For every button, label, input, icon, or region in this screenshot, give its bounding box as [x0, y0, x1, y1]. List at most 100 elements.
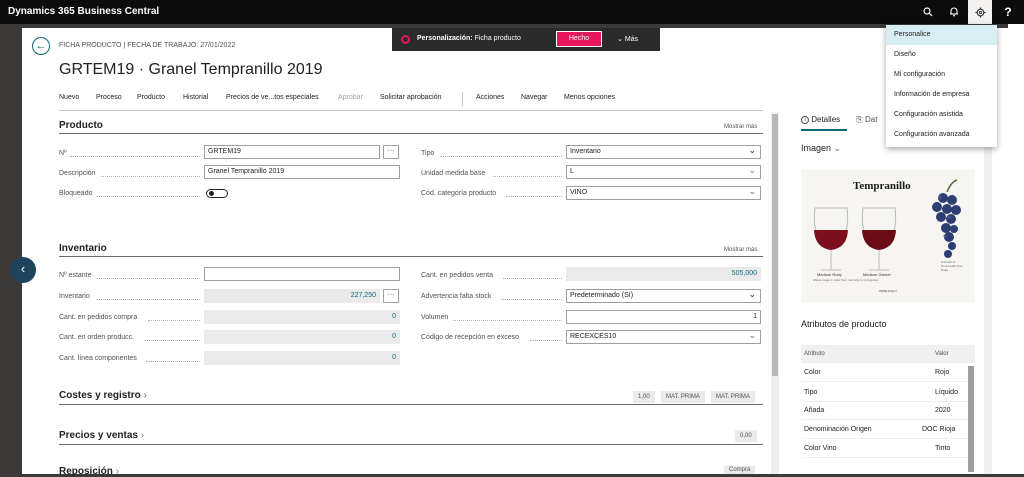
fasttab-producto[interactable]: Producto	[59, 120, 103, 131]
menu-item-advanced-setup[interactable]: Configuración avanzada	[886, 125, 997, 145]
purchase-qty-field[interactable]: 0	[204, 310, 400, 324]
action-request-approval[interactable]: Solicitar aprobación	[380, 94, 441, 101]
over-receipt-label: Código de recepción en exceso	[421, 334, 520, 341]
bell-icon[interactable]	[942, 0, 966, 24]
inventario-underline	[59, 256, 763, 257]
attributes-scrollbar-thumb[interactable]	[968, 366, 974, 472]
attribute-value: Líquido	[935, 389, 958, 396]
attributes-heading: Atributos de producto	[801, 319, 887, 329]
purchase-qty-label: Cant. en pedidos compra	[59, 314, 138, 321]
action-navigate[interactable]: Navegar	[521, 94, 547, 101]
gear-icon[interactable]	[968, 0, 992, 24]
prod-order-qty-field[interactable]: 0	[204, 330, 400, 344]
dot-leader	[503, 278, 562, 279]
sales-qty-field[interactable]: 505,000	[566, 267, 761, 281]
component-qty-label: Cant. línea componentes	[59, 355, 137, 362]
page-caption: FICHA PRODUCTO | FECHA DE TRABAJO: 27/01…	[59, 42, 236, 49]
chevron-down-icon: ⌄	[831, 143, 842, 153]
attribute-name: Añada	[804, 407, 825, 414]
main-scrollbar-thumb[interactable]	[772, 114, 778, 376]
chevron-right-icon: ›	[115, 466, 120, 477]
attribute-value: Tinto	[935, 445, 951, 452]
producto-show-more[interactable]: Mostrar más	[724, 124, 757, 130]
item-picture: Tempranillo Medium Ruby Medium Garnet Wi…	[801, 170, 975, 302]
action-new[interactable]: Nuevo	[59, 94, 79, 101]
action-item[interactable]: Producto	[137, 94, 165, 101]
menu-item-personalize[interactable]: Personalice	[886, 25, 997, 45]
dot-leader	[146, 361, 200, 362]
producto-underline	[59, 133, 763, 134]
component-qty-field[interactable]: 0	[204, 351, 400, 365]
type-select[interactable]: Inventario	[566, 145, 761, 159]
help-icon[interactable]: ?	[996, 0, 1020, 24]
inventory-lookup-button[interactable]: ···	[383, 289, 399, 303]
dot-leader	[493, 176, 562, 177]
dot-leader	[97, 299, 200, 300]
shelf-field[interactable]	[204, 267, 400, 281]
attribute-row[interactable]: Denominación Origen DOC Rioja	[801, 421, 975, 439]
no-field[interactable]: GRTEM19	[204, 145, 380, 159]
dot-leader	[70, 156, 200, 157]
prices-underline	[59, 444, 763, 445]
previous-record-button[interactable]: ‹	[10, 257, 36, 283]
attribute-row[interactable]: Añada 2020	[801, 402, 975, 420]
search-icon[interactable]	[916, 0, 940, 24]
info-icon: i	[801, 115, 809, 124]
more-button[interactable]: ⌄ Más	[617, 35, 638, 43]
blocked-toggle[interactable]	[206, 189, 228, 198]
action-history[interactable]: Historial	[183, 94, 208, 101]
menu-item-company-info[interactable]: Información de empresa	[886, 85, 997, 105]
menu-item-assisted-setup[interactable]: Configuración asistida	[886, 105, 997, 125]
action-actions[interactable]: Acciones	[476, 94, 504, 101]
back-arrow-icon[interactable]: ←	[32, 37, 50, 55]
attribute-value: Rojo	[935, 369, 950, 376]
attribute-row[interactable]: Color Rojo	[801, 364, 975, 382]
inventario-show-more[interactable]: Mostrar más	[724, 247, 757, 253]
attribute-value: 2020	[935, 407, 951, 414]
fasttab-costs[interactable]: Costes y registro ›	[59, 390, 147, 401]
attribute-row[interactable]: Color Vino Tinto	[801, 440, 975, 458]
dot-leader	[506, 196, 562, 197]
attribute-name: Color Vino	[804, 445, 837, 452]
no-lookup-button[interactable]: ···	[383, 145, 399, 159]
base-unit-field[interactable]: L	[566, 165, 761, 179]
blocked-label: Bloqueado	[59, 190, 93, 197]
tab-attachments[interactable]: Dat	[865, 115, 877, 124]
dot-leader	[501, 299, 562, 300]
replenishment-heading: Reposición	[59, 466, 113, 477]
action-fewer-options[interactable]: Menos opciones	[564, 94, 615, 101]
chevron-right-icon: ›	[143, 390, 147, 401]
fasttab-prices[interactable]: Precios y ventas ›	[59, 430, 144, 441]
over-receipt-field[interactable]: RECEXCES10	[566, 330, 761, 344]
action-process[interactable]: Proceso	[96, 94, 122, 101]
action-prices[interactable]: Precios de ve...tos especiales	[226, 94, 319, 101]
fasttab-inventario[interactable]: Inventario	[59, 243, 107, 254]
description-field[interactable]: Granel Tempranillo 2019	[204, 165, 400, 179]
app-title[interactable]: Dynamics 365 Business Central	[8, 6, 159, 17]
costs-heading: Costes y registro	[59, 390, 141, 401]
done-button[interactable]: Hecho	[556, 31, 602, 47]
attribute-value: DOC Rioja	[922, 426, 956, 433]
dot-leader	[97, 196, 200, 197]
factbox-scrollbar[interactable]	[984, 112, 992, 474]
inventory-field[interactable]: 227,250	[204, 289, 380, 303]
image-heading[interactable]: Imagen ⌄	[801, 143, 841, 154]
fasttab-replenishment[interactable]: Reposición ›	[59, 466, 119, 477]
tab-details[interactable]: Detalles	[811, 115, 840, 124]
volume-field[interactable]: 1	[566, 310, 761, 324]
menu-item-design[interactable]: Diseño	[886, 45, 997, 65]
image-brand: WINE FOLLY	[879, 289, 897, 293]
dot-leader	[440, 156, 562, 157]
top-bar: Dynamics 365 Business Central ?	[0, 0, 1024, 24]
attribute-name: Color	[804, 369, 821, 376]
attribute-row[interactable]: Tipo Líquido	[801, 384, 975, 402]
stockout-warning-select[interactable]: Predeterminado (Sí)	[566, 289, 761, 303]
attr-col-name: Atributo	[804, 351, 825, 357]
personalization-label: Personalización:	[417, 35, 473, 42]
menu-item-my-settings[interactable]: Mi configuración	[886, 65, 997, 85]
more-label: Más	[624, 36, 639, 43]
dot-leader	[453, 320, 562, 321]
chevron-right-icon: ›	[140, 430, 145, 441]
category-field[interactable]: VINO	[566, 186, 761, 200]
costs-chip: MAT. PRIMA	[711, 391, 755, 403]
